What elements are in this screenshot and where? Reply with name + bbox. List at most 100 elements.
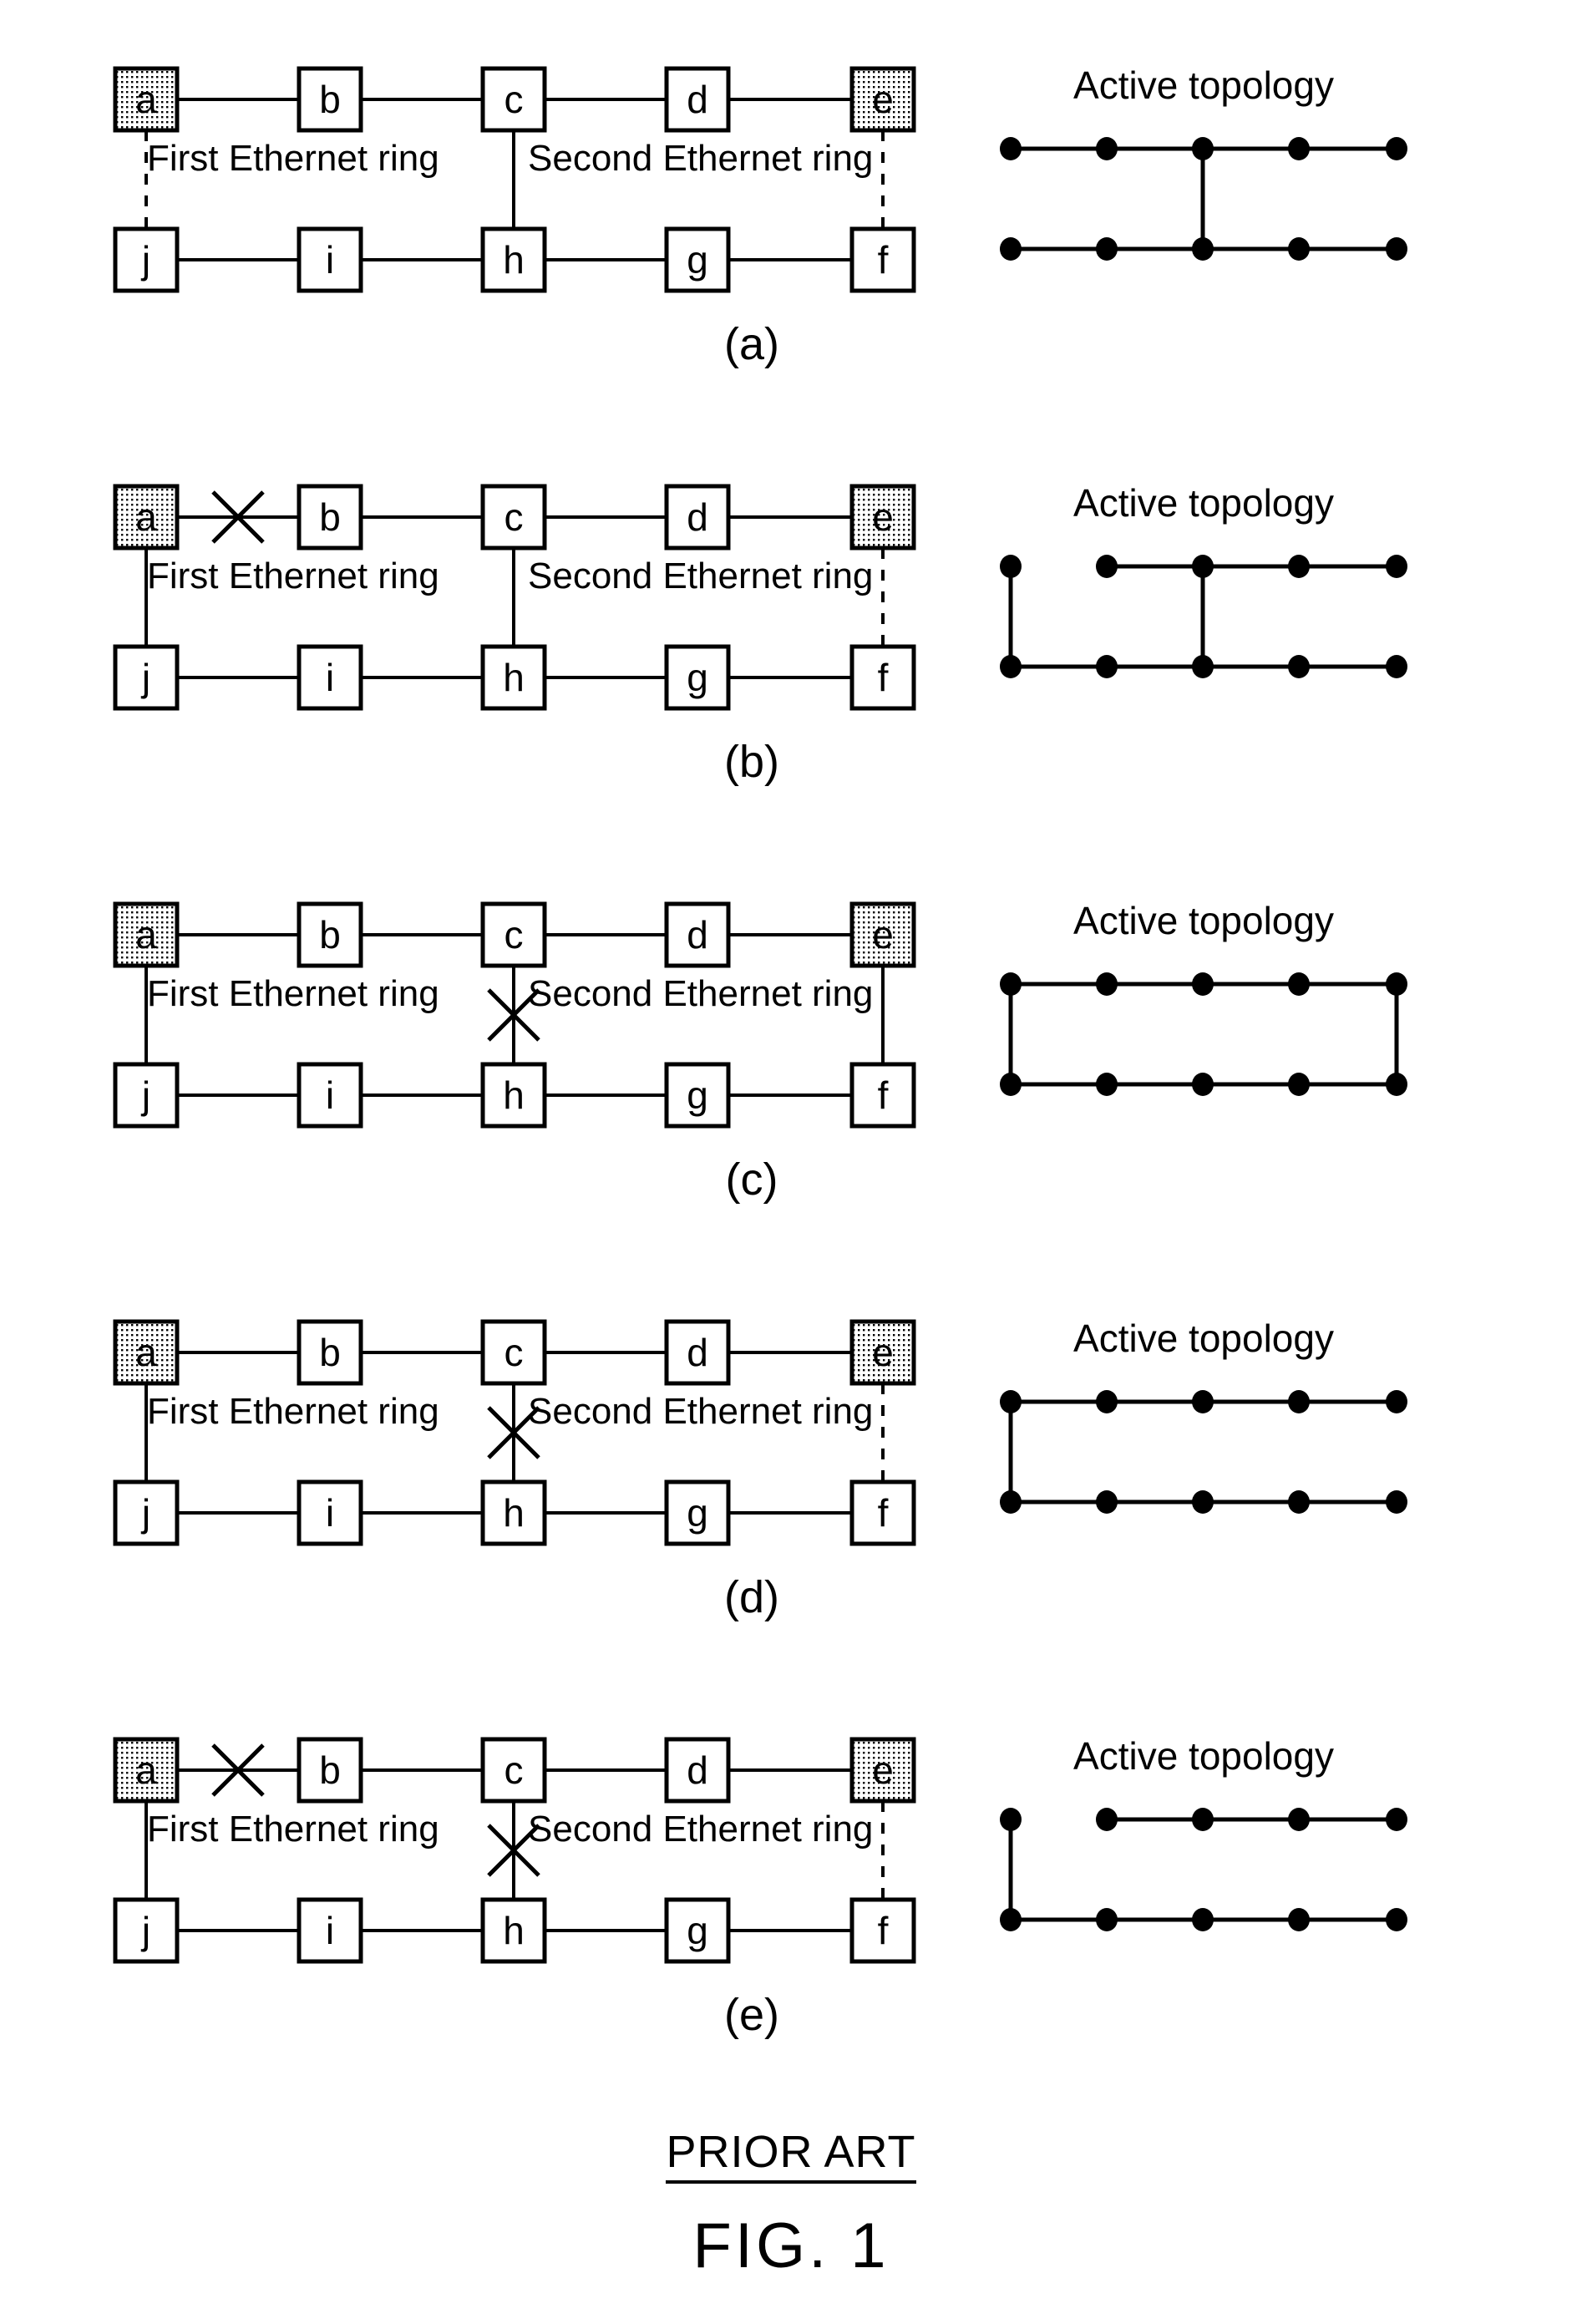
node-d[interactable]: d (664, 1737, 731, 1804)
panel-diagram: First Ethernet ring Second Ethernet ring a… (113, 481, 1407, 787)
node-e[interactable]: e (849, 484, 916, 551)
node-d[interactable]: d (664, 901, 731, 968)
node-label: h (503, 656, 525, 699)
topo-node-dot-c (1192, 1808, 1214, 1831)
node-label: i (326, 656, 334, 699)
node-h[interactable]: h (480, 1897, 547, 1964)
node-g[interactable]: g (664, 1479, 731, 1546)
node-g[interactable]: g (664, 226, 731, 293)
topo-node-dot-j (1000, 1073, 1022, 1096)
node-i[interactable]: i (297, 644, 363, 711)
topo-node-dot-h (1192, 655, 1214, 678)
node-label: e (872, 1748, 894, 1792)
second-ring-label: Second Ethernet ring (528, 1809, 873, 1850)
node-label: h (503, 238, 525, 282)
node-label: j (140, 1073, 150, 1117)
node-e[interactable]: e (849, 66, 916, 133)
node-a[interactable]: a (113, 901, 180, 968)
node-e[interactable]: e (849, 1737, 916, 1804)
node-j[interactable]: j (113, 1062, 180, 1129)
node-i[interactable]: i (297, 226, 363, 293)
active-topology-diagram: Active topology (1000, 1317, 1407, 1514)
node-a[interactable]: a (113, 484, 180, 551)
topo-node-dot-e (1386, 1808, 1407, 1831)
node-a[interactable]: a (113, 66, 180, 133)
node-c[interactable]: c (480, 901, 547, 968)
topo-node-dot-b (1096, 972, 1118, 996)
figure-number-caption: FIG. 1 (692, 2210, 890, 2281)
node-i[interactable]: i (297, 1479, 363, 1546)
node-f[interactable]: f (849, 1897, 916, 1964)
node-a[interactable]: a (113, 1737, 180, 1804)
node-d[interactable]: d (664, 484, 731, 551)
node-g[interactable]: g (664, 1897, 731, 1964)
topo-node-dot-i (1096, 1073, 1118, 1096)
node-e[interactable]: e (849, 901, 916, 968)
topo-node-dot-j (1000, 1908, 1022, 1931)
node-label: g (687, 1073, 708, 1117)
topo-node-dot-i (1096, 1490, 1118, 1514)
first-ring-label: First Ethernet ring (147, 973, 439, 1014)
node-label: e (872, 913, 894, 956)
panel-identifier: (b) (724, 737, 779, 787)
node-a[interactable]: a (113, 1319, 180, 1386)
node-label: e (872, 78, 894, 121)
node-b[interactable]: b (297, 901, 363, 968)
node-f[interactable]: f (849, 1062, 916, 1129)
node-g[interactable]: g (664, 644, 731, 711)
node-c[interactable]: c (480, 1319, 547, 1386)
node-label: b (319, 78, 341, 121)
node-h[interactable]: h (480, 1479, 547, 1546)
node-label: e (872, 495, 894, 539)
topo-node-dot-f (1386, 237, 1407, 261)
node-j[interactable]: j (113, 1479, 180, 1546)
node-i[interactable]: i (297, 1062, 363, 1129)
prior-art-text: PRIOR ART (666, 2127, 916, 2184)
node-label: g (687, 1909, 708, 1952)
node-e[interactable]: e (849, 1319, 916, 1386)
node-i[interactable]: i (297, 1897, 363, 1964)
active-topology-diagram: Active topology (1000, 481, 1407, 678)
active-topology-diagram: Active topology (1000, 63, 1407, 261)
first-ring-label: First Ethernet ring (147, 556, 439, 596)
node-label: i (326, 238, 334, 282)
topo-node-dot-b (1096, 137, 1118, 160)
node-h[interactable]: h (480, 226, 547, 293)
node-c[interactable]: c (480, 1737, 547, 1804)
topo-node-dot-d (1288, 972, 1310, 996)
node-c[interactable]: c (480, 484, 547, 551)
node-label: a (135, 913, 157, 956)
node-d[interactable]: d (664, 1319, 731, 1386)
node-f[interactable]: f (849, 1479, 916, 1546)
first-ring-label: First Ethernet ring (147, 138, 439, 179)
node-h[interactable]: h (480, 644, 547, 711)
node-b[interactable]: b (297, 484, 363, 551)
panel-d: First Ethernet ring Second Ethernet ring a… (0, 1253, 1582, 1671)
first-ring-label: First Ethernet ring (147, 1809, 439, 1850)
second-ring-label: Second Ethernet ring (528, 1391, 873, 1432)
topo-node-dot-i (1096, 237, 1118, 261)
node-j[interactable]: j (113, 1897, 180, 1964)
topo-node-dot-e (1386, 972, 1407, 996)
topo-node-dot-j (1000, 655, 1022, 678)
node-j[interactable]: j (113, 644, 180, 711)
panel-identifier: (a) (724, 319, 779, 369)
node-c[interactable]: c (480, 66, 547, 133)
node-f[interactable]: f (849, 644, 916, 711)
node-b[interactable]: b (297, 1319, 363, 1386)
node-f[interactable]: f (849, 226, 916, 293)
node-b[interactable]: b (297, 1737, 363, 1804)
active-topology-title: Active topology (1073, 481, 1334, 525)
node-j[interactable]: j (113, 226, 180, 293)
node-h[interactable]: h (480, 1062, 547, 1129)
node-d[interactable]: d (664, 66, 731, 133)
panel-diagram: First Ethernet ring Second Ethernet ring a… (113, 1317, 1407, 1622)
node-b[interactable]: b (297, 66, 363, 133)
topo-node-dot-a (1000, 555, 1022, 578)
node-g[interactable]: g (664, 1062, 731, 1129)
active-topology-title: Active topology (1073, 899, 1334, 942)
topo-node-dot-f (1386, 1908, 1407, 1931)
topo-node-dot-h (1192, 1490, 1214, 1514)
panel-c: First Ethernet ring Second Ethernet ring a… (0, 835, 1582, 1253)
node-label: f (878, 1909, 889, 1952)
